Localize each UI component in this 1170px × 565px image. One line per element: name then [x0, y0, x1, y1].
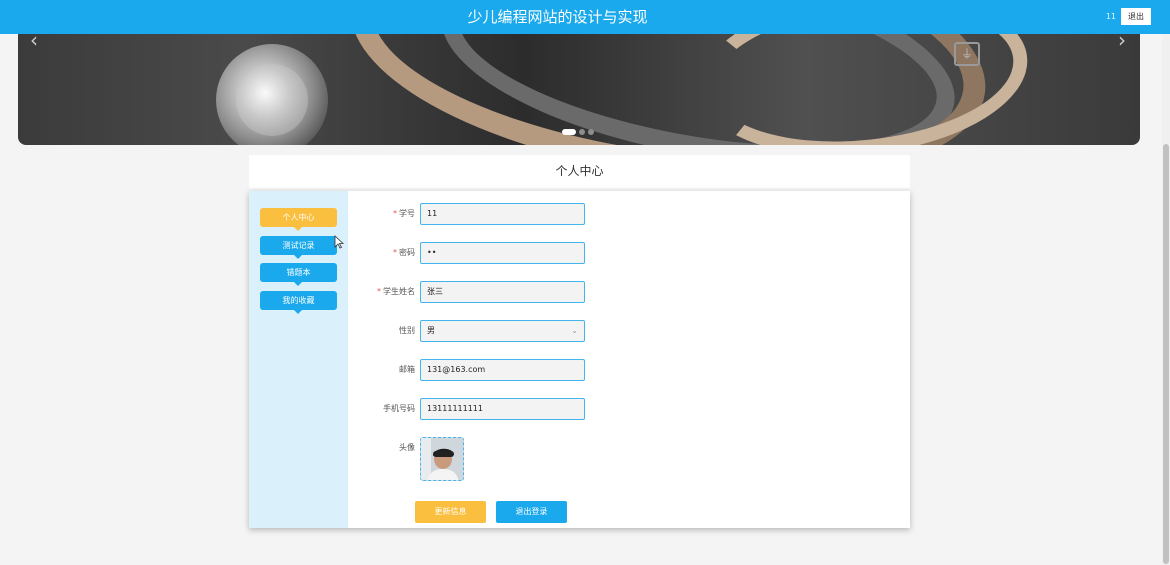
sidebar-item-test-records[interactable]: 测试记录 — [260, 236, 337, 259]
avatar-image — [421, 438, 463, 480]
student-no-label-text: 学号 — [399, 209, 415, 218]
sidebar-item-profile[interactable]: 个人中心 — [260, 208, 337, 231]
gender-label: 性别 — [399, 326, 415, 335]
phone-label: 手机号码 — [383, 404, 415, 413]
student-name-input[interactable]: 张三 — [420, 281, 585, 303]
chevron-down-icon: ⌄ — [571, 326, 578, 335]
profile-panel: 个人中心 测试记录 错题本 我的收藏 * 学号 11 * 密码 •• * 学生姓名 张… — [249, 191, 910, 528]
scrollbar-thumb[interactable] — [1163, 144, 1169, 564]
student-no-label: * 学号 — [349, 203, 415, 225]
logout-button[interactable]: 退出登录 — [496, 501, 567, 523]
phone-input[interactable]: 13111111111 — [420, 398, 585, 420]
top-header: 少儿编程网站的设计与实现 11 退出 — [0, 0, 1170, 34]
gender-select[interactable]: 男 ⌄ — [420, 320, 585, 342]
current-user-id: 11 — [1105, 12, 1116, 21]
banner-decor — [690, 34, 1036, 145]
student-name-label: * 学生姓名 — [349, 281, 415, 303]
carousel-next-icon[interactable]: › — [1118, 34, 1126, 52]
student-name-label-text: 学生姓名 — [383, 287, 415, 296]
required-mark: * — [377, 287, 381, 296]
password-label-text: 密码 — [399, 248, 415, 257]
required-mark: * — [393, 209, 397, 218]
required-mark: * — [393, 248, 397, 257]
mouse-cursor-icon — [334, 235, 344, 249]
page-scrollbar[interactable] — [1162, 34, 1170, 565]
email-label: 邮箱 — [399, 365, 415, 374]
carousel-dot[interactable] — [588, 129, 594, 135]
page-title: 个人中心 — [249, 155, 910, 188]
site-title: 少儿编程网站的设计与实现 — [467, 8, 648, 26]
avatar-upload[interactable] — [420, 437, 464, 481]
usb-icon: ⏚ — [954, 42, 980, 66]
header-logout-button[interactable]: 退出 — [1121, 8, 1151, 25]
carousel-dot[interactable] — [562, 129, 576, 135]
banner-carousel: ⏚ ‹ › — [18, 34, 1140, 145]
password-label: * 密码 — [349, 242, 415, 264]
sidebar-item-favorites[interactable]: 我的收藏 — [260, 291, 337, 314]
email-input[interactable]: 131@163.com — [420, 359, 585, 381]
student-no-input[interactable]: 11 — [420, 203, 585, 225]
carousel-prev-icon[interactable]: ‹ — [30, 34, 38, 52]
avatar-label: 头像 — [399, 443, 415, 452]
update-info-button[interactable]: 更新信息 — [415, 501, 486, 523]
password-input[interactable]: •• — [420, 242, 585, 264]
gender-value: 男 — [427, 326, 435, 335]
banner-decor — [236, 64, 308, 136]
carousel-dot[interactable] — [579, 129, 585, 135]
sidebar-item-wrong-questions[interactable]: 错题本 — [260, 263, 337, 286]
